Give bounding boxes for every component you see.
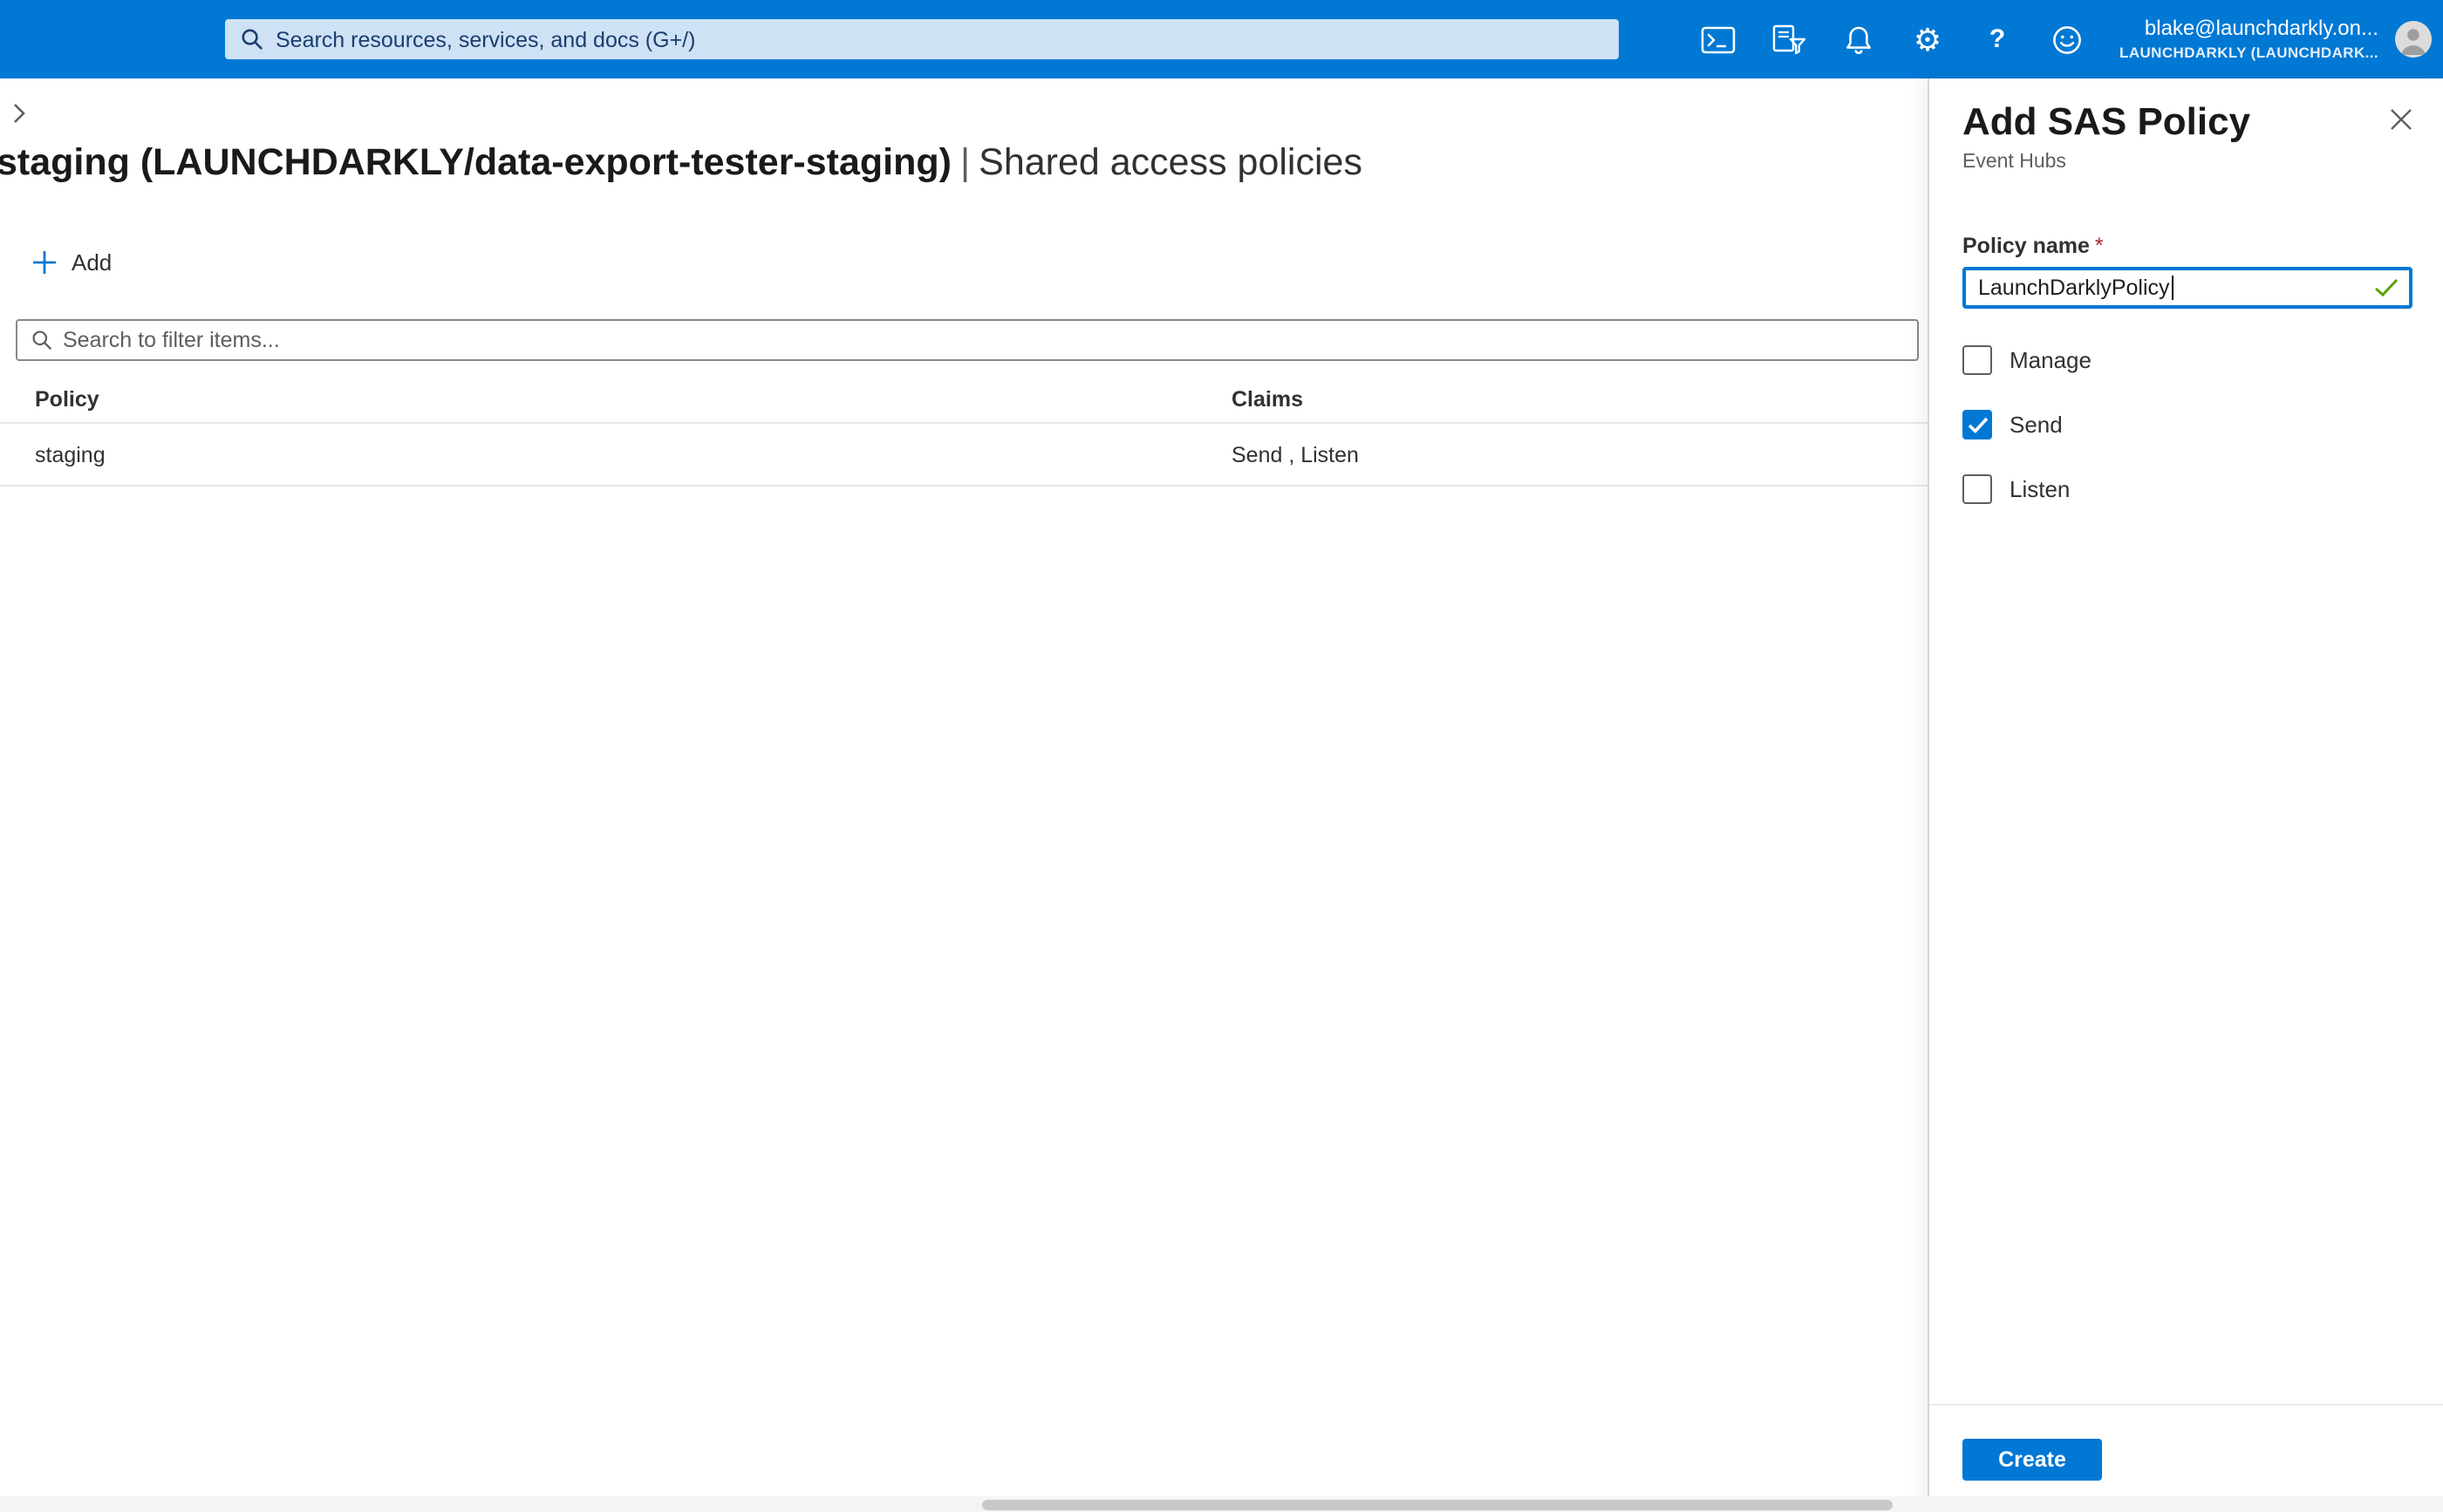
close-button[interactable] — [2384, 101, 2419, 136]
policies-table: Policy Claims staging Send , Listen — [0, 375, 1928, 487]
manage-checkbox[interactable] — [1962, 345, 1992, 375]
add-button-label: Add — [72, 249, 112, 276]
checkbox-row-listen: Listen — [1962, 474, 2412, 504]
policy-cell: staging — [35, 442, 1232, 467]
settings-button[interactable]: ⚙ — [1893, 0, 1962, 78]
add-button[interactable]: Add — [31, 249, 112, 276]
claims-cell: Send , Listen — [1232, 442, 1928, 467]
policy-name-value: LaunchDarklyPolicy — [1978, 276, 2170, 300]
azure-portal-window: ⚙ ? blake@launchdarkly.on... LAUNCHDARKL… — [0, 0, 2443, 1512]
panel-inner: Add SAS Policy Event Hubs Policy name* L… — [1929, 78, 2443, 1512]
required-asterisk: * — [2095, 234, 2104, 258]
search-icon — [241, 28, 263, 51]
feedback-button[interactable] — [2032, 0, 2102, 78]
cloud-shell-button[interactable] — [1683, 0, 1753, 78]
directory-filter-button[interactable] — [1753, 0, 1823, 78]
topbar-icon-group: ⚙ ? — [1683, 0, 2102, 78]
top-bar: ⚙ ? blake@launchdarkly.on... LAUNCHDARKL… — [0, 0, 2443, 78]
page-title-blade: Shared access policies — [979, 141, 1362, 183]
text-caret — [2172, 276, 2173, 300]
send-checkbox-label: Send — [2010, 412, 2063, 438]
filter-input[interactable] — [63, 328, 1903, 352]
policy-name-label-text: Policy name — [1962, 234, 2090, 258]
gear-icon: ⚙ — [1914, 24, 1941, 55]
policy-name-input[interactable]: LaunchDarklyPolicy — [1962, 267, 2412, 309]
horizontal-scrollbar-thumb[interactable] — [982, 1499, 1893, 1509]
help-button[interactable]: ? — [1962, 0, 2032, 78]
listen-checkbox-label: Listen — [2010, 476, 2070, 502]
create-button[interactable]: Create — [1962, 1439, 2102, 1481]
plus-icon — [31, 249, 58, 276]
filter-search-icon — [31, 330, 52, 351]
table-row[interactable]: staging Send , Listen — [0, 424, 1928, 487]
filter-box[interactable] — [16, 319, 1919, 361]
column-header-policy: Policy — [35, 386, 1232, 411]
directory-filter-icon — [1771, 24, 1805, 54]
manage-checkbox-label: Manage — [2010, 347, 2092, 373]
global-search-input[interactable] — [276, 27, 1603, 51]
checkbox-row-send: Send — [1962, 410, 2412, 439]
panel-subtitle: Event Hubs — [1962, 152, 2412, 173]
global-search[interactable] — [225, 19, 1619, 59]
close-icon — [2390, 107, 2412, 130]
page-title: staging (LAUNCHDARKLY/data-export-tester… — [0, 141, 1362, 185]
account-tenant: LAUNCHDARKLY (LAUNCHDARK... — [2119, 44, 2378, 63]
cloud-shell-icon — [1701, 25, 1736, 53]
help-icon: ? — [1989, 26, 2005, 52]
notifications-button[interactable] — [1823, 0, 1893, 78]
send-checkbox[interactable] — [1962, 410, 1992, 439]
command-bar: Add — [31, 249, 112, 276]
bell-icon — [1843, 24, 1873, 55]
page-title-separator: | — [952, 141, 979, 183]
checkbox-row-manage: Manage — [1962, 345, 2412, 375]
account-email: blake@launchdarkly.on... — [2119, 16, 2378, 43]
page-title-resource: staging (LAUNCHDARKLY/data-export-tester… — [0, 141, 952, 183]
avatar[interactable] — [2394, 21, 2431, 58]
column-header-claims: Claims — [1232, 386, 1928, 411]
account-menu[interactable]: blake@launchdarkly.on... LAUNCHDARKLY (L… — [2119, 16, 2378, 62]
main-content: staging (LAUNCHDARKLY/data-export-tester… — [0, 78, 1928, 1512]
valid-check-icon — [2373, 278, 2398, 297]
listen-checkbox[interactable] — [1962, 474, 1992, 504]
panel-title: Add SAS Policy — [1962, 99, 2412, 145]
add-sas-policy-panel: Add SAS Policy Event Hubs Policy name* L… — [1928, 78, 2443, 1512]
smiley-icon — [2051, 24, 2083, 55]
table-header-row: Policy Claims — [0, 375, 1928, 424]
breadcrumb-chevron-icon — [12, 101, 26, 133]
horizontal-scrollbar-track[interactable] — [0, 1496, 2443, 1512]
policy-name-label: Policy name* — [1962, 234, 2412, 258]
